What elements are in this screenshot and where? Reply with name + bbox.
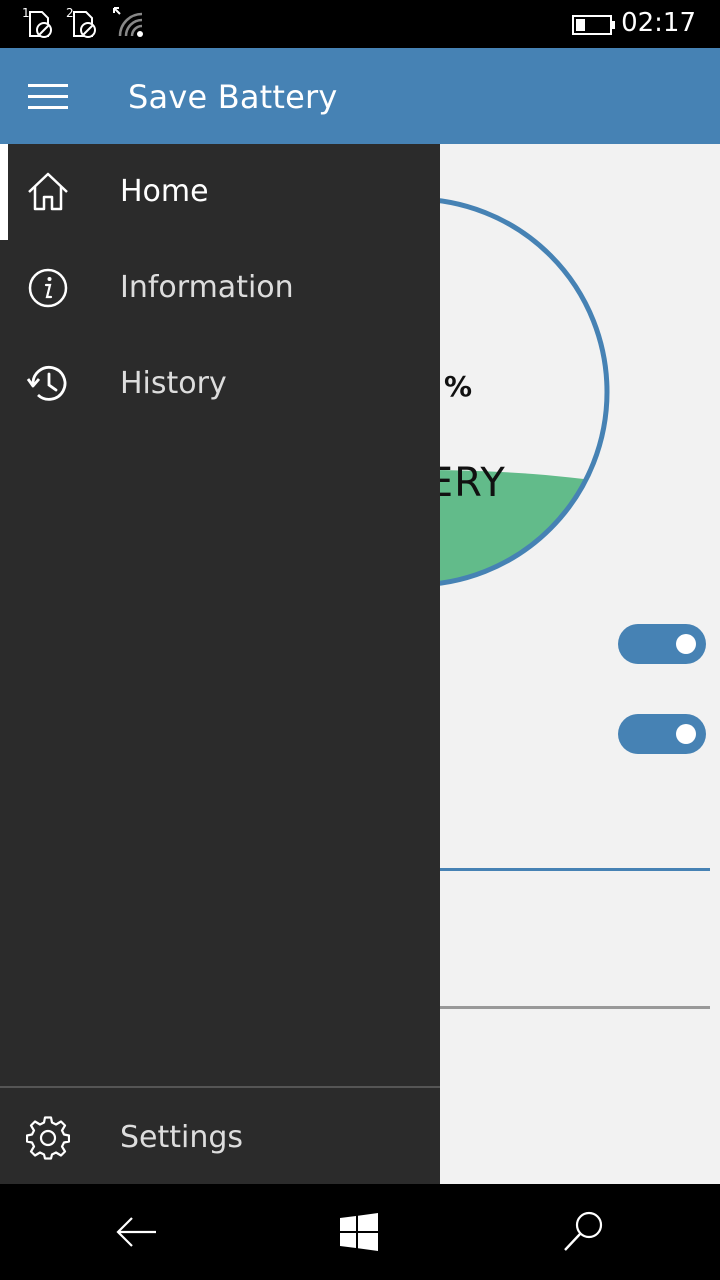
toggle-switch-2[interactable] xyxy=(618,714,706,754)
nav-label-history: History xyxy=(120,366,227,401)
toggle-switch-1[interactable] xyxy=(618,624,706,664)
system-nav-bar xyxy=(0,1184,720,1280)
windows-logo-icon[interactable] xyxy=(336,1208,384,1256)
app-header: Save Battery xyxy=(0,48,720,144)
wifi-icon xyxy=(112,6,148,44)
gear-icon xyxy=(25,1116,71,1160)
home-icon xyxy=(26,170,70,214)
status-bar: 1 2 02:17 xyxy=(0,0,720,48)
sim1-no-service-icon: 1 xyxy=(22,6,58,44)
nav-label-settings: Settings xyxy=(120,1120,244,1155)
nav-item-home[interactable]: Home xyxy=(0,144,440,240)
sim2-no-service-icon: 2 xyxy=(66,6,102,44)
nav-item-information[interactable]: Information xyxy=(0,240,440,336)
info-icon xyxy=(26,266,70,310)
active-indicator xyxy=(0,144,8,240)
navigation-pane: Home Information History Settings xyxy=(0,144,440,1184)
svg-text:1: 1 xyxy=(22,6,30,20)
clock: 02:17 xyxy=(621,8,696,38)
nav-label-home: Home xyxy=(120,174,209,209)
hamburger-icon[interactable] xyxy=(28,84,68,110)
nav-label-information: Information xyxy=(120,270,294,305)
history-icon xyxy=(26,362,70,406)
back-arrow-icon[interactable] xyxy=(112,1208,160,1256)
nav-item-settings[interactable]: Settings xyxy=(0,1090,440,1186)
nav-item-history[interactable]: History xyxy=(0,336,440,432)
svg-text:2: 2 xyxy=(66,6,74,20)
battery-percent-text: % xyxy=(444,370,473,403)
battery-icon xyxy=(572,14,616,40)
search-icon[interactable] xyxy=(560,1208,608,1256)
app-title: Save Battery xyxy=(128,78,338,116)
pane-divider xyxy=(0,1086,440,1088)
